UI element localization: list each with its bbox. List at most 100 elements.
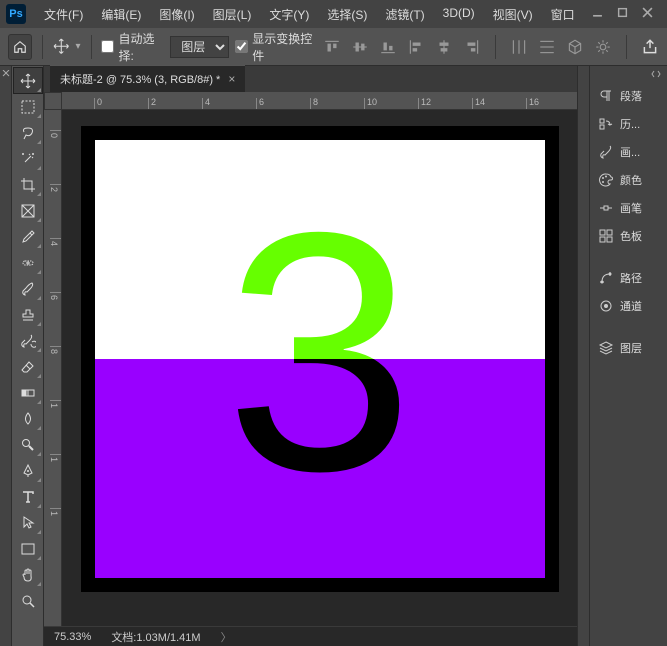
maximize-button[interactable] bbox=[617, 7, 628, 21]
ruler-tick: 1 bbox=[50, 508, 62, 516]
wand-tool[interactable] bbox=[14, 146, 42, 171]
tab-title: 未标题-2 @ 75.3% (3, RGB/8#) * bbox=[60, 71, 220, 87]
panel-dock: 段落 历... 画... 颜色 画笔 色板 路径 通道 图层 bbox=[589, 66, 667, 646]
distribute-v-icon[interactable] bbox=[538, 38, 556, 56]
ruler-tick: 0 bbox=[50, 130, 62, 138]
document-tab[interactable]: 未标题-2 @ 75.3% (3, RGB/8#) * × bbox=[50, 65, 245, 92]
pen-tool[interactable] bbox=[14, 458, 42, 483]
ruler-origin[interactable] bbox=[44, 92, 62, 110]
gear-icon[interactable] bbox=[594, 38, 612, 56]
menu-file[interactable]: 文件(F) bbox=[36, 2, 91, 27]
ruler-tick: 12 bbox=[418, 98, 431, 110]
panel-history[interactable]: 历... bbox=[590, 110, 667, 138]
show-transform-label[interactable]: 显示变换控件 bbox=[235, 30, 317, 64]
menu-view[interactable]: 视图(V) bbox=[485, 2, 541, 27]
menu-filter[interactable]: 滤镜(T) bbox=[377, 2, 432, 27]
divider bbox=[626, 35, 627, 59]
menu-image[interactable]: 图像(I) bbox=[151, 2, 202, 27]
align-hcenter-icon[interactable] bbox=[435, 38, 453, 56]
app-logo: Ps bbox=[6, 4, 26, 24]
dodge-tool[interactable] bbox=[14, 432, 42, 457]
panel-expand-icon[interactable] bbox=[590, 70, 667, 82]
gradient-tool[interactable] bbox=[14, 380, 42, 405]
title-bar: Ps 文件(F) 编辑(E) 图像(I) 图层(L) 文字(Y) 选择(S) 滤… bbox=[0, 0, 667, 28]
menu-layer[interactable]: 图层(L) bbox=[205, 2, 260, 27]
auto-select-target[interactable]: 图层 bbox=[170, 36, 229, 58]
canvas-digit: 3 bbox=[225, 182, 414, 522]
stamp-tool[interactable] bbox=[14, 302, 42, 327]
divider bbox=[91, 35, 92, 59]
ruler-tick: 6 bbox=[256, 98, 264, 110]
distribute-h-icon[interactable] bbox=[510, 38, 528, 56]
type-tool[interactable] bbox=[14, 484, 42, 509]
eraser-tool[interactable] bbox=[14, 354, 42, 379]
move-tool-icon bbox=[53, 38, 70, 56]
right-collapse-strip[interactable] bbox=[577, 66, 589, 646]
ruler-tick: 0 bbox=[94, 98, 102, 110]
panel-channels[interactable]: 通道 bbox=[590, 292, 667, 320]
menu-edit[interactable]: 编辑(E) bbox=[93, 2, 149, 27]
artboard[interactable]: 3 bbox=[95, 140, 545, 578]
panel-paths[interactable]: 路径 bbox=[590, 264, 667, 292]
ruler-tick: 8 bbox=[310, 98, 318, 110]
panel-brushes[interactable]: 画... bbox=[590, 138, 667, 166]
rectangle-tool[interactable] bbox=[14, 536, 42, 561]
zoom-level[interactable]: 75.33% bbox=[54, 631, 91, 643]
doc-info[interactable]: 文档:1.03M/1.41M bbox=[111, 629, 200, 645]
ruler-vertical[interactable]: 0 2 4 6 8 1 1 1 bbox=[44, 110, 62, 626]
panel-color[interactable]: 颜色 bbox=[590, 166, 667, 194]
align-icons bbox=[323, 35, 659, 59]
path-select-tool[interactable] bbox=[14, 510, 42, 535]
brush-tool[interactable] bbox=[14, 276, 42, 301]
status-bar: 75.33% 文档:1.03M/1.41M 〉 bbox=[44, 626, 577, 646]
ruler-tick: 4 bbox=[50, 238, 62, 246]
hand-tool[interactable] bbox=[14, 562, 42, 587]
menu-type[interactable]: 文字(Y) bbox=[261, 2, 317, 27]
menu-window[interactable]: 窗口 bbox=[543, 2, 583, 27]
canvas-viewport[interactable]: 3 bbox=[62, 110, 577, 608]
heal-tool[interactable] bbox=[14, 250, 42, 275]
ruler-horizontal[interactable]: 0 2 4 6 8 10 12 14 16 18 bbox=[62, 92, 577, 110]
tab-close-icon[interactable]: × bbox=[228, 72, 235, 86]
align-left-icon[interactable] bbox=[407, 38, 425, 56]
panel-layers[interactable]: 图层 bbox=[590, 334, 667, 362]
align-top-icon[interactable] bbox=[323, 38, 341, 56]
status-flyout-icon[interactable]: 〉 bbox=[221, 629, 232, 645]
align-right-icon[interactable] bbox=[463, 38, 481, 56]
canvas-wrap: 0 2 4 6 8 10 12 14 16 18 0 2 4 6 8 1 1 1 bbox=[44, 92, 577, 626]
marquee-tool[interactable] bbox=[14, 94, 42, 119]
menu-bar: 文件(F) 编辑(E) 图像(I) 图层(L) 文字(Y) 选择(S) 滤镜(T… bbox=[36, 2, 583, 27]
move-tool[interactable] bbox=[14, 68, 42, 93]
3d-mode-icon[interactable] bbox=[566, 38, 584, 56]
panel-paragraph[interactable]: 段落 bbox=[590, 82, 667, 110]
align-vcenter-icon[interactable] bbox=[351, 38, 369, 56]
auto-select-checkbox-label[interactable]: 自动选择: bbox=[101, 30, 164, 64]
panel-brush-settings[interactable]: 画笔 bbox=[590, 194, 667, 222]
ruler-tick: 1 bbox=[50, 454, 62, 462]
lasso-tool[interactable] bbox=[14, 120, 42, 145]
blur-tool[interactable] bbox=[14, 406, 42, 431]
menu-select[interactable]: 选择(S) bbox=[319, 2, 375, 27]
ruler-tick: 16 bbox=[526, 98, 539, 110]
toolbox bbox=[12, 66, 44, 646]
frame-tool[interactable] bbox=[14, 198, 42, 223]
share-icon[interactable] bbox=[641, 38, 659, 56]
crop-tool[interactable] bbox=[14, 172, 42, 197]
home-button[interactable] bbox=[8, 34, 32, 60]
align-bottom-icon[interactable] bbox=[379, 38, 397, 56]
options-bar: ▾ 自动选择: 图层 显示变换控件 bbox=[0, 28, 667, 66]
left-collapse-strip[interactable] bbox=[0, 66, 12, 646]
minimize-button[interactable] bbox=[592, 7, 603, 21]
ruler-tick: 1 bbox=[50, 400, 62, 408]
menu-3d[interactable]: 3D(D) bbox=[435, 2, 483, 27]
history-brush-tool[interactable] bbox=[14, 328, 42, 353]
auto-select-checkbox[interactable] bbox=[101, 40, 114, 53]
tool-preset-dropdown[interactable]: ▾ bbox=[76, 41, 81, 52]
eyedropper-tool[interactable] bbox=[14, 224, 42, 249]
ruler-tick: 2 bbox=[148, 98, 156, 110]
panel-swatches[interactable]: 色板 bbox=[590, 222, 667, 250]
show-transform-checkbox[interactable] bbox=[235, 40, 248, 53]
close-button[interactable] bbox=[642, 7, 653, 21]
zoom-tool[interactable] bbox=[14, 588, 42, 613]
artboard-frame: 3 bbox=[81, 126, 559, 592]
